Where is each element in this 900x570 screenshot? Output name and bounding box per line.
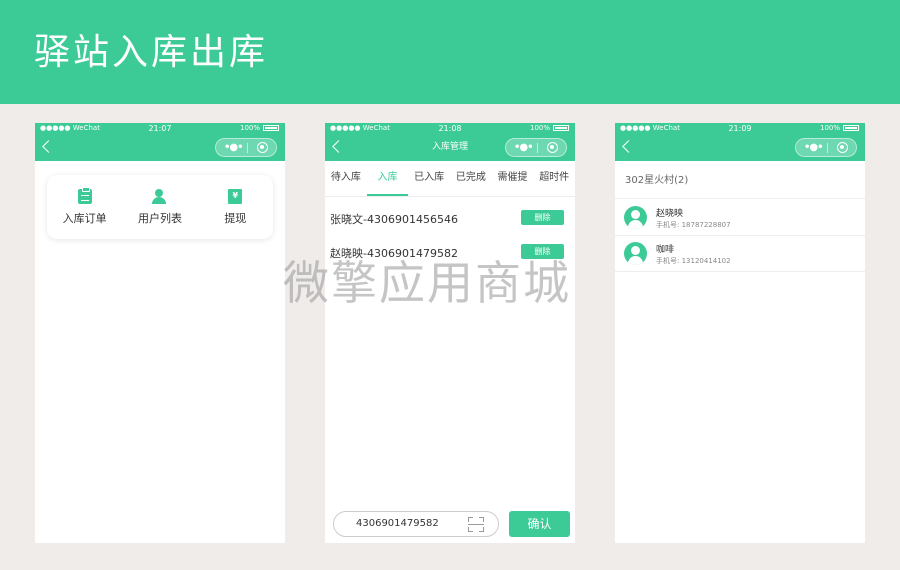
menu-card: 入库订单 用户列表 ¥ 提现 [47,175,273,239]
nav-bar: •●• [35,134,285,161]
menu-item-label: 用户列表 [137,212,182,225]
phone-screen-menu: ●●●●● WeChat 21:07 100% •●• 入库订单 用户列表 ¥ … [35,123,285,543]
group-title: 302星火村(2) [615,162,865,199]
capsule-divider [827,143,828,153]
battery-indicator: 100% [530,123,569,134]
status-bar: ●●●●● WeChat 21:07 100% [35,123,285,134]
tracking-number-input[interactable]: 4306901479582 [333,511,499,537]
tracking-number-value: 4306901479582 [356,518,439,529]
back-icon[interactable] [622,139,633,151]
watermark: 微擎应用商城 [283,256,571,310]
confirm-button[interactable]: 确认 [509,511,570,537]
avatar [624,206,647,229]
back-icon[interactable] [42,139,53,151]
capsule-divider [247,143,248,153]
menu-item-user-list[interactable]: 用户列表 [122,175,197,239]
tab-stored[interactable]: 已入库 [408,161,450,196]
contact-name: 赵晓映 [656,209,684,219]
clipboard-icon [77,187,92,204]
tab-pending-inbound[interactable]: 待入库 [325,161,367,196]
user-icon [151,189,168,204]
menu-item-inbound-orders[interactable]: 入库订单 [47,175,122,239]
battery-icon [553,125,569,131]
more-icon[interactable]: •●• [224,139,243,156]
money-icon: ¥ [228,189,243,204]
battery-icon [263,125,279,131]
more-icon[interactable]: •●• [514,139,533,156]
list-item: 张晓文-4306901456546 删除 [325,201,575,235]
battery-label: 100% [529,124,550,132]
tab-completed[interactable]: 已完成 [450,161,492,196]
tab-need-reminder[interactable]: 需催提 [492,161,534,196]
battery-indicator: 100% [240,123,279,134]
scan-bar: 4306901479582 确认 [325,509,575,539]
contact-phone: 手机号: 18787228807 [656,221,731,229]
nav-bar: 入库管理 •●• [325,134,575,161]
scan-icon[interactable] [468,517,484,532]
avatar [624,242,647,265]
contact-name: 咖啡 [656,245,675,255]
battery-label: 100% [819,124,840,132]
close-target-icon[interactable] [547,142,558,153]
menu-item-withdraw[interactable]: ¥ 提现 [198,175,273,239]
mini-program-capsule: •●• [795,138,857,157]
nav-bar: •●• [615,134,865,161]
close-target-icon[interactable] [837,142,848,153]
header-banner: 驿站入库出库 [0,0,900,104]
menu-item-label: 提现 [224,212,247,225]
contact-phone: 手机号: 13120414102 [656,257,731,265]
tab-inbound[interactable]: 入库 [366,161,409,196]
close-target-icon[interactable] [257,142,268,153]
status-tabs: 待入库 入库 已入库 已完成 需催提 超时件 [325,161,575,197]
menu-item-label: 入库订单 [62,212,107,225]
list-item[interactable]: 赵晓映 手机号: 18787228807 [615,200,865,236]
banner-title: 驿站入库出库 [34,32,269,73]
more-icon[interactable]: •●• [804,139,823,156]
capsule-divider [537,143,538,153]
battery-indicator: 100% [820,123,859,134]
mini-program-capsule: •●• [505,138,567,157]
mini-program-capsule: •●• [215,138,277,157]
battery-label: 100% [239,124,260,132]
phone-screen-inbound-management: ●●●●● WeChat 21:08 100% 入库管理 •●• 待入库 入库 … [325,123,575,543]
status-bar: ●●●●● WeChat 21:09 100% [615,123,865,134]
delete-button[interactable]: 删除 [521,210,564,225]
phone-screen-user-list: ●●●●● WeChat 21:09 100% •●• 302星火村(2) 赵晓… [615,123,865,543]
status-bar: ●●●●● WeChat 21:08 100% [325,123,575,134]
list-item[interactable]: 咖啡 手机号: 13120414102 [615,236,865,272]
tab-overdue[interactable]: 超时件 [533,161,575,196]
battery-icon [843,125,859,131]
order-label: 张晓文-4306901456546 [330,213,458,226]
